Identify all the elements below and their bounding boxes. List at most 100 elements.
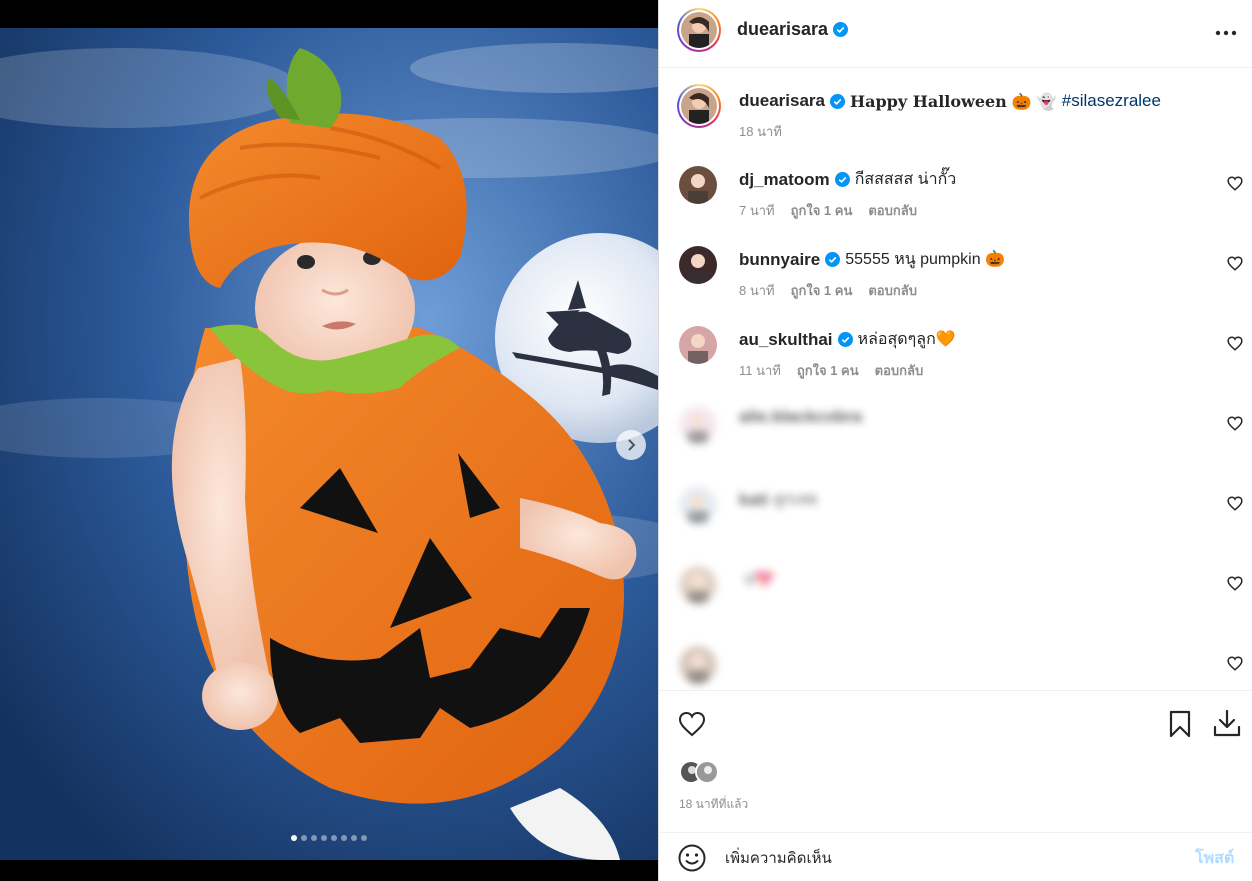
comment-time: 8 นาที	[739, 283, 775, 298]
comment-line: alie.blackcobra	[739, 407, 867, 427]
carousel-indicator	[0, 835, 658, 841]
caption-author-avatar[interactable]	[677, 84, 721, 128]
comment-likes-count[interactable]: ถูกใจ 1 คน	[791, 280, 853, 301]
commenter-username[interactable]: bunnyaire	[739, 250, 820, 270]
post-time-ago: 18 นาทีที่แล้ว	[679, 797, 749, 811]
author-avatar-image	[681, 12, 717, 48]
more-horizontal-icon	[1215, 30, 1237, 36]
carousel-dot[interactable]	[291, 835, 297, 841]
comment-time: 7 นาที	[739, 203, 775, 218]
comment-time: 11 นาที	[739, 363, 781, 378]
comment-line: ป💖	[739, 567, 774, 592]
post-comment-button[interactable]: โพสต์	[1195, 846, 1234, 871]
comment-input[interactable]	[725, 843, 1165, 873]
comment-like-button[interactable]	[1227, 576, 1243, 592]
caption-emojis: 🎃 👻	[1011, 91, 1057, 111]
comment-likes-count[interactable]: ถูกใจ 1 คน	[791, 200, 853, 221]
commenter-avatar[interactable]	[679, 326, 717, 364]
liker-avatar	[695, 760, 719, 784]
caption-avatar-image	[681, 88, 717, 124]
comment-row	[659, 640, 1252, 690]
reply-button[interactable]: ตอบกลับ	[868, 200, 917, 221]
heart-icon	[1227, 176, 1243, 191]
comments-list: dj_matoom กีสสสสส น่ากั๊ว 7 นาที ถูกใจ 1 คน…	[659, 160, 1252, 690]
commenter-username[interactable]: au_skulthai	[739, 330, 833, 350]
carousel-dot[interactable]	[311, 835, 317, 841]
comment-row: kati ลูกเลย	[659, 480, 1252, 560]
heart-icon	[678, 711, 706, 737]
post-actions: 18 นาทีที่แล้ว	[659, 690, 1252, 832]
heart-icon	[1227, 256, 1243, 271]
author-username[interactable]: duearisara	[737, 19, 849, 40]
comment-row: bunnyaire 55555 หนู pumpkin 🎃 8 นาที ถูกใจ …	[659, 240, 1252, 320]
comment-line: dj_matoom กีสสสสส น่ากั๊ว	[739, 167, 956, 192]
commenter-username[interactable]: kati	[739, 490, 768, 510]
comment-text: ป💖	[744, 571, 775, 588]
commenter-avatar[interactable]	[679, 486, 717, 524]
post-media	[0, 0, 658, 881]
comment-line: kati ลูกเลย	[739, 487, 817, 512]
carousel-dot[interactable]	[361, 835, 367, 841]
download-button[interactable]	[1212, 708, 1242, 738]
comment-like-button[interactable]	[1227, 256, 1243, 272]
commenter-avatar[interactable]	[679, 166, 717, 204]
carousel-next-button[interactable]	[616, 430, 646, 460]
verified-badge-icon	[833, 22, 849, 37]
like-button[interactable]	[677, 709, 707, 739]
liked-by-row[interactable]	[679, 759, 727, 785]
commenter-avatar[interactable]	[679, 646, 717, 684]
comment-row: dj_matoom กีสสสสส น่ากั๊ว 7 นาที ถูกใจ 1 คน…	[659, 160, 1252, 240]
comment-text: 55555 หนู pumpkin 🎃	[845, 251, 1005, 268]
reply-button[interactable]: ตอบกลับ	[868, 280, 917, 301]
comment-like-button[interactable]	[1227, 176, 1243, 192]
comment-text: ลูกเลย	[773, 491, 818, 508]
verified-badge-icon	[830, 93, 845, 109]
heart-icon	[1227, 576, 1243, 591]
author-username-text: duearisara	[737, 19, 829, 39]
download-icon	[1213, 709, 1241, 737]
heart-icon	[1227, 416, 1243, 431]
commenter-avatar[interactable]	[679, 246, 717, 284]
comment-row: alie.blackcobra	[659, 400, 1252, 480]
heart-icon	[1227, 656, 1243, 671]
comment-row: ป💖	[659, 560, 1252, 640]
commenter-avatar[interactable]	[679, 406, 717, 444]
verified-badge-icon	[825, 252, 841, 267]
comment-line: bunnyaire 55555 หนู pumpkin 🎃	[739, 247, 1005, 272]
comment-like-button[interactable]	[1227, 656, 1243, 672]
author-avatar[interactable]	[677, 8, 721, 52]
emoji-picker-button[interactable]	[677, 843, 707, 873]
post-caption: duearisara Happy Halloween 🎃 👻 #silasezr…	[659, 82, 1252, 152]
carousel-dot[interactable]	[341, 835, 347, 841]
comment-like-button[interactable]	[1227, 336, 1243, 352]
commenter-username[interactable]: dj_matoom	[739, 170, 830, 190]
verified-badge-icon	[837, 332, 853, 347]
caption-username[interactable]: duearisara	[739, 91, 825, 111]
carousel-dot[interactable]	[351, 835, 357, 841]
verified-badge-icon	[834, 172, 850, 187]
comment-like-button[interactable]	[1227, 496, 1243, 512]
carousel-dot[interactable]	[331, 835, 337, 841]
commenter-username[interactable]: alie.blackcobra	[739, 407, 862, 427]
bookmark-icon	[1169, 710, 1191, 738]
carousel-dot[interactable]	[301, 835, 307, 841]
more-options-button[interactable]	[1213, 20, 1239, 46]
comment-line: au_skulthai หล่อสุดๆลูก🧡	[739, 327, 956, 352]
post-photo[interactable]	[0, 28, 658, 860]
save-button[interactable]	[1165, 709, 1195, 739]
carousel-dot[interactable]	[321, 835, 327, 841]
comment-meta: 8 นาที ถูกใจ 1 คน ตอบกลับ	[739, 280, 917, 301]
caption-text: Happy Halloween	[850, 91, 1007, 111]
comment-like-button[interactable]	[1227, 416, 1243, 432]
caption-hashtag[interactable]: #silasezralee	[1062, 91, 1161, 111]
comment-likes-count[interactable]: ถูกใจ 1 คน	[797, 360, 859, 381]
commenter-avatar[interactable]	[679, 566, 717, 604]
comment-row: au_skulthai หล่อสุดๆลูก🧡 11 นาที ถูกใจ 1 คน…	[659, 320, 1252, 400]
reply-button[interactable]: ตอบกลับ	[875, 360, 924, 381]
caption-line: duearisara Happy Halloween 🎃 👻 #silasezr…	[739, 91, 1161, 111]
smiley-icon	[678, 844, 706, 872]
heart-icon	[1227, 496, 1243, 511]
post-side-panel: duearisara duearisara Happy Halloween 🎃 …	[658, 0, 1252, 881]
comment-meta: 7 นาที ถูกใจ 1 คน ตอบกลับ	[739, 200, 917, 221]
comment-meta: 11 นาที ถูกใจ 1 คน ตอบกลับ	[739, 360, 923, 381]
